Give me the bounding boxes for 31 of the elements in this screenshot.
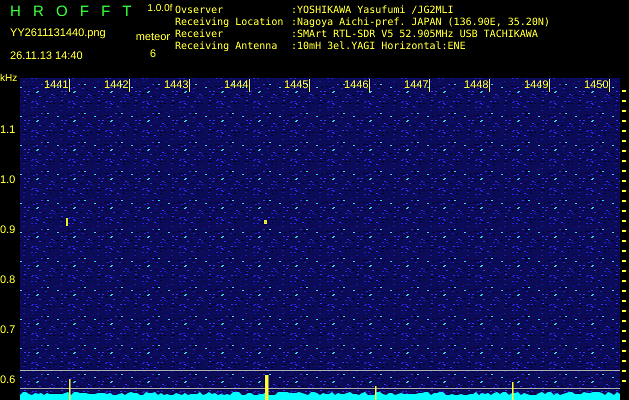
version-label: 1.0.0f: [147, 2, 172, 16]
frequency-tick-label: 1445: [284, 79, 310, 92]
count-label: 6: [150, 47, 156, 61]
frequency-tick-label: 0.8: [0, 274, 16, 286]
frequency-tick-label: 1450: [584, 79, 610, 92]
frequency-tick-label: 1.1: [0, 124, 16, 136]
filename-label: YY2611131440.png: [10, 26, 106, 40]
frequency-tick-label: 1444: [224, 79, 250, 92]
frequency-tick-label: 1442: [104, 79, 130, 92]
info-value: :YOSHIKAWA Yasufumi /JG2MLI: [291, 5, 454, 17]
timestamp-label: 26.11.13 14:40: [10, 49, 84, 63]
info-label: Receiver: [175, 29, 224, 41]
frequency-tick-label: 0.9: [0, 224, 16, 236]
frequency-tick-label: 1449: [524, 79, 550, 92]
frequency-tick-label: 1.0: [0, 174, 16, 186]
frequency-tick-label: 0.7: [0, 324, 16, 336]
frequency-tick-label: 0.6: [0, 374, 16, 386]
frequency-tick-label: 1446: [344, 79, 370, 92]
info-value: :SMArt RTL-SDR V5 52.905MHz USB TACHIKAWA: [291, 29, 538, 41]
frequency-tick-label: 1448: [464, 79, 490, 92]
info-label: Receiving Antenna: [175, 41, 278, 53]
frequency-tick-label: 1447: [404, 79, 430, 92]
frequency-tick-label: 1441: [44, 79, 70, 92]
frequency-tick-label: 1443: [164, 79, 190, 92]
mode-label: meteor: [136, 30, 170, 44]
info-value: :10mH 3el.YAGI Horizontal:ENE: [291, 41, 466, 53]
app-title: H R O F F T: [10, 2, 136, 22]
info-label: Ovserver: [175, 5, 224, 17]
unit-label: kHz: [0, 73, 18, 85]
info-label: Receiving Location: [175, 17, 284, 29]
info-value: :Nagoya Aichi-pref. JAPAN (136.90E, 35.20N): [291, 17, 550, 29]
